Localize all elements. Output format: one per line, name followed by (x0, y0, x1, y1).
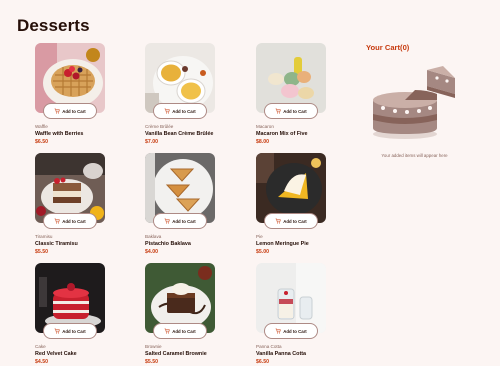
cart-panel: Your Cart(0) Your added items will appea… (357, 36, 487, 171)
add-to-cart-icon (54, 218, 61, 224)
add-to-cart-button[interactable]: Add to Cart (43, 323, 97, 339)
add-to-cart-label: Add to Cart (283, 108, 307, 114)
product-category: Waffle (35, 124, 48, 129)
product-name: Classic Tiramisu (35, 241, 78, 247)
add-to-cart-button[interactable]: Add to Cart (153, 213, 207, 229)
product-category: Panna Cotta (256, 344, 282, 349)
add-to-cart-label: Add to Cart (283, 218, 307, 224)
product-name: Waffle with Berries (35, 131, 84, 137)
product-name: Macaron Mix of Five (256, 131, 308, 137)
product-price: $6.50 (256, 359, 269, 365)
cart-title: Your Cart(0) (366, 43, 410, 52)
add-to-cart-label: Add to Cart (62, 108, 86, 114)
product-price: $5.50 (35, 249, 48, 255)
add-to-cart-label: Add to Cart (172, 108, 196, 114)
add-to-cart-button[interactable]: Add to Cart (264, 103, 318, 119)
add-to-cart-icon (54, 328, 61, 334)
product-price: $4.00 (145, 249, 158, 255)
product-category: Baklava (145, 234, 162, 239)
product-category: Crème Brûlée (145, 124, 174, 129)
product-price: $6.50 (35, 139, 48, 145)
add-to-cart-label: Add to Cart (172, 328, 196, 334)
add-to-cart-icon (275, 218, 282, 224)
add-to-cart-icon (275, 328, 282, 334)
add-to-cart-button[interactable]: Add to Cart (264, 213, 318, 229)
add-to-cart-button[interactable]: Add to Cart (43, 103, 97, 119)
add-to-cart-label: Add to Cart (283, 328, 307, 334)
add-to-cart-button[interactable]: Add to Cart (43, 213, 97, 229)
product-category: Pie (256, 234, 263, 239)
page-title: Desserts (17, 16, 90, 35)
add-to-cart-label: Add to Cart (62, 328, 86, 334)
product-category: Cake (35, 344, 46, 349)
product-price: $4.50 (35, 359, 48, 365)
add-to-cart-button[interactable]: Add to Cart (153, 323, 207, 339)
add-to-cart-icon (275, 108, 282, 114)
product-name: Lemon Meringue Pie (256, 241, 309, 247)
empty-cake-icon (373, 66, 455, 139)
product-category: Macaron (256, 124, 274, 129)
product-price: $7.00 (145, 139, 158, 145)
add-to-cart-icon (164, 328, 171, 334)
product-price: $5.00 (256, 249, 269, 255)
add-to-cart-button[interactable]: Add to Cart (153, 103, 207, 119)
product-price: $5.50 (145, 359, 158, 365)
add-to-cart-icon (54, 108, 61, 114)
product-category: Brownie (145, 344, 162, 349)
add-to-cart-button[interactable]: Add to Cart (264, 323, 318, 339)
product-name: Salted Caramel Brownie (145, 351, 207, 357)
product-category: Tiramisu (35, 234, 53, 239)
product-name: Vanilla Panna Cotta (256, 351, 307, 357)
product-name: Red Velvet Cake (35, 351, 77, 357)
product-price: $8.00 (256, 139, 269, 145)
add-to-cart-icon (164, 218, 171, 224)
product-name: Vanilla Bean Crème Brûlée (145, 131, 214, 137)
product-name: Pistachio Baklava (145, 241, 191, 247)
add-to-cart-label: Add to Cart (172, 218, 196, 224)
add-to-cart-icon (164, 108, 171, 114)
cart-empty-message: Your added items will appear here (381, 153, 448, 158)
add-to-cart-label: Add to Cart (62, 218, 86, 224)
